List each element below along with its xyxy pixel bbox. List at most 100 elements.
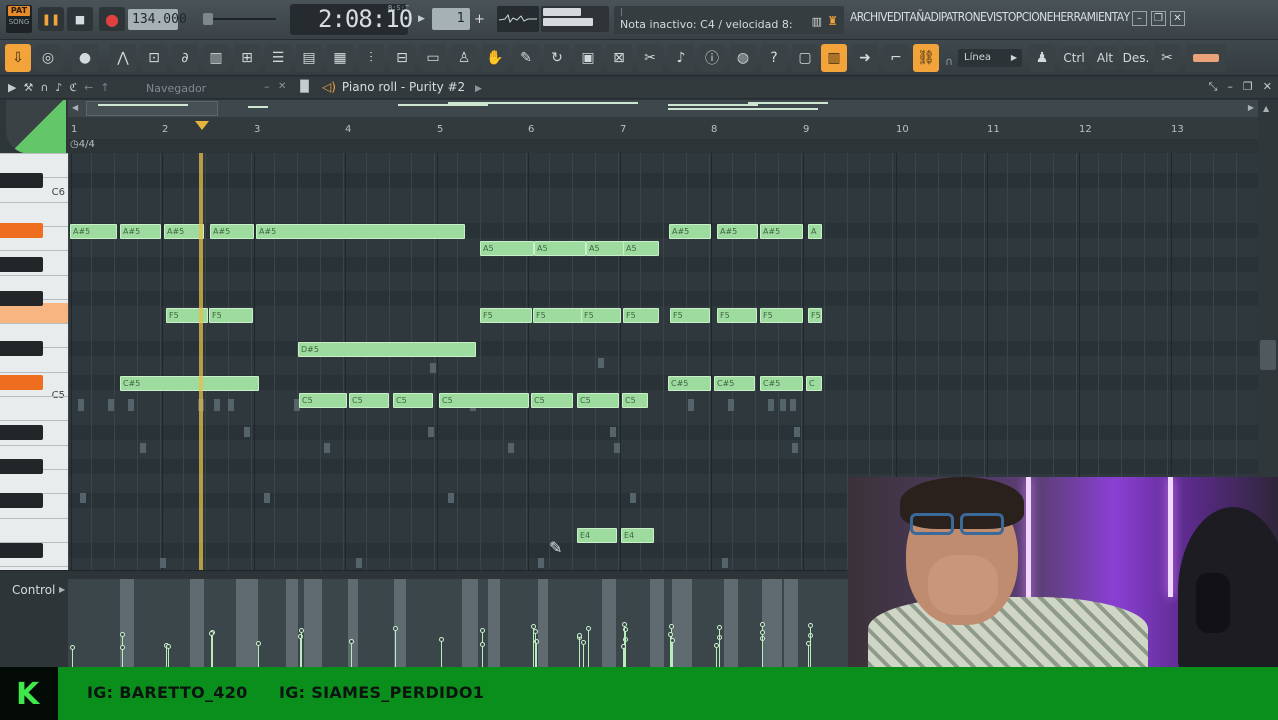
alt-button[interactable]: Alt — [1092, 46, 1118, 70]
velocity-handle[interactable] — [622, 622, 627, 627]
velocity-handle[interactable] — [531, 624, 536, 629]
menu-anadir[interactable]: AÑADI — [909, 10, 941, 24]
note[interactable]: C5 — [439, 393, 529, 408]
note[interactable]: A#5 — [70, 224, 117, 239]
velocity-handle[interactable] — [806, 641, 811, 646]
note[interactable]: E4 — [621, 528, 654, 543]
stop-button[interactable]: ■ — [67, 7, 93, 31]
note[interactable]: F5 — [533, 308, 585, 323]
note[interactable]: C#5 — [668, 376, 711, 391]
channel-rack-button[interactable]: ▦ — [327, 44, 353, 72]
note[interactable]: A#5 — [210, 224, 254, 239]
note[interactable]: C5 — [299, 393, 347, 408]
velocity-handle[interactable] — [760, 630, 765, 635]
control-arrow-icon[interactable]: ▶ — [59, 585, 65, 594]
velocity-handle[interactable] — [668, 632, 673, 637]
note[interactable]: A — [808, 224, 822, 239]
note[interactable]: F5 — [623, 308, 659, 323]
menu-ayuda[interactable]: Y — [1124, 10, 1131, 24]
velocity-handle[interactable] — [480, 642, 485, 647]
note[interactable]: C — [806, 376, 822, 391]
pattern-number[interactable]: 1 — [432, 8, 470, 30]
note[interactable]: F5 — [209, 308, 253, 323]
black-key-active[interactable] — [0, 223, 43, 238]
velocity-handle[interactable] — [586, 626, 591, 631]
save-download-button[interactable]: ⇩ — [5, 44, 31, 72]
playlist-button[interactable]: ☰ — [265, 44, 291, 72]
velocity-handle[interactable] — [299, 628, 304, 633]
note[interactable]: A5 — [534, 241, 586, 256]
stamp-button[interactable]: ♟ — [1029, 44, 1055, 72]
black-key[interactable] — [0, 543, 43, 558]
wrench-icon[interactable]: ⚒ — [23, 81, 33, 94]
note[interactable]: C5 — [393, 393, 433, 408]
black-key[interactable] — [0, 291, 43, 306]
step-edit-button[interactable]: ▥ — [203, 44, 229, 72]
black-key[interactable] — [0, 493, 43, 508]
render-button[interactable]: ⊠ — [606, 44, 632, 72]
detach-icon[interactable]: ▐▌ — [296, 80, 313, 93]
note[interactable]: A#5 — [760, 224, 803, 239]
cut-tool-button[interactable]: ✂ — [1154, 44, 1180, 72]
black-key[interactable] — [0, 173, 43, 188]
arrow-button[interactable]: ➜ — [852, 44, 878, 72]
velocity-handle[interactable] — [70, 645, 75, 650]
overview-scroll-thumb[interactable] — [86, 101, 218, 116]
pat-song-switch[interactable]: PAT SONG — [6, 5, 32, 33]
black-key[interactable] — [0, 459, 43, 474]
velocity-handle[interactable] — [581, 640, 586, 645]
playhead-marker[interactable] — [195, 121, 209, 130]
countdown-button[interactable]: ∂ — [172, 44, 198, 72]
note[interactable]: A#5 — [669, 224, 711, 239]
browser-button[interactable]: ⊟ — [389, 44, 415, 72]
note[interactable]: C#5 — [120, 376, 259, 391]
menu-visto[interactable]: EVISTO — [980, 10, 1016, 24]
volume-knob[interactable] — [203, 13, 213, 25]
note[interactable]: A#5 — [164, 224, 204, 239]
velocity-handle[interactable] — [209, 631, 214, 636]
online-button[interactable]: ◍ — [730, 44, 756, 72]
note[interactable]: C5 — [349, 393, 389, 408]
scroll-right-icon[interactable]: ▶ — [1248, 103, 1254, 112]
note[interactable]: D#5 — [298, 342, 476, 357]
black-key-active[interactable] — [0, 375, 43, 390]
note[interactable]: A5 — [480, 241, 534, 256]
hint-panel-button[interactable] — [1186, 44, 1226, 72]
window-button[interactable]: ▢ — [792, 44, 818, 72]
note[interactable]: A#5 — [717, 224, 758, 239]
note[interactable]: C#5 — [760, 376, 803, 391]
pattern-prev-icon[interactable]: ▶ — [418, 14, 428, 24]
note[interactable]: F5 — [717, 308, 757, 323]
velocity-handle[interactable] — [393, 626, 398, 631]
time-ruler[interactable]: 1 2 3 4 5 6 7 8 9 10 11 12 13 — [68, 117, 1258, 139]
velocity-handle[interactable] — [480, 628, 485, 633]
velocity-handle[interactable] — [166, 644, 171, 649]
cut-button[interactable]: ✂ — [637, 44, 663, 72]
velocity-handle[interactable] — [120, 645, 125, 650]
velocity-handle[interactable] — [669, 624, 674, 629]
scroll-up-icon[interactable]: ▲ — [1263, 104, 1269, 113]
menu-editar[interactable]: EDIT — [887, 10, 910, 24]
stamp-icon[interactable]: ℭ — [69, 81, 77, 94]
metronome-button[interactable]: ⋀ — [110, 44, 136, 72]
add-pattern-icon[interactable]: + — [474, 12, 485, 27]
tempo-display[interactable]: 134.000 — [128, 9, 187, 30]
velocity-handle[interactable] — [577, 633, 582, 638]
black-key[interactable] — [0, 257, 43, 272]
menu-herramientas[interactable]: HERRAMIENTA — [1053, 10, 1124, 24]
info-button[interactable]: ⓘ — [699, 44, 725, 72]
close-button[interactable]: ✕ — [1170, 11, 1185, 26]
minimize-icon[interactable]: – — [1227, 80, 1233, 94]
velocity-handle[interactable] — [439, 637, 444, 642]
pattern-selector[interactable]: ▶ 1 + — [418, 7, 490, 31]
scroll-thumb[interactable] — [1260, 340, 1276, 370]
note[interactable]: C5 — [577, 393, 619, 408]
master-pitch-knob[interactable]: ● — [72, 44, 98, 72]
pattern-overview[interactable]: ◀ ▶ — [68, 100, 1258, 117]
mixer-button[interactable]: ⫶ — [358, 44, 384, 72]
maximize-icon[interactable]: ❐ — [1243, 80, 1253, 94]
navigator-collapse-icon[interactable]: – — [264, 80, 270, 93]
velocity-handle[interactable] — [760, 622, 765, 627]
close-icon[interactable]: ✕ — [1263, 80, 1272, 94]
menu-archivo[interactable]: ARCHIV — [850, 10, 888, 24]
